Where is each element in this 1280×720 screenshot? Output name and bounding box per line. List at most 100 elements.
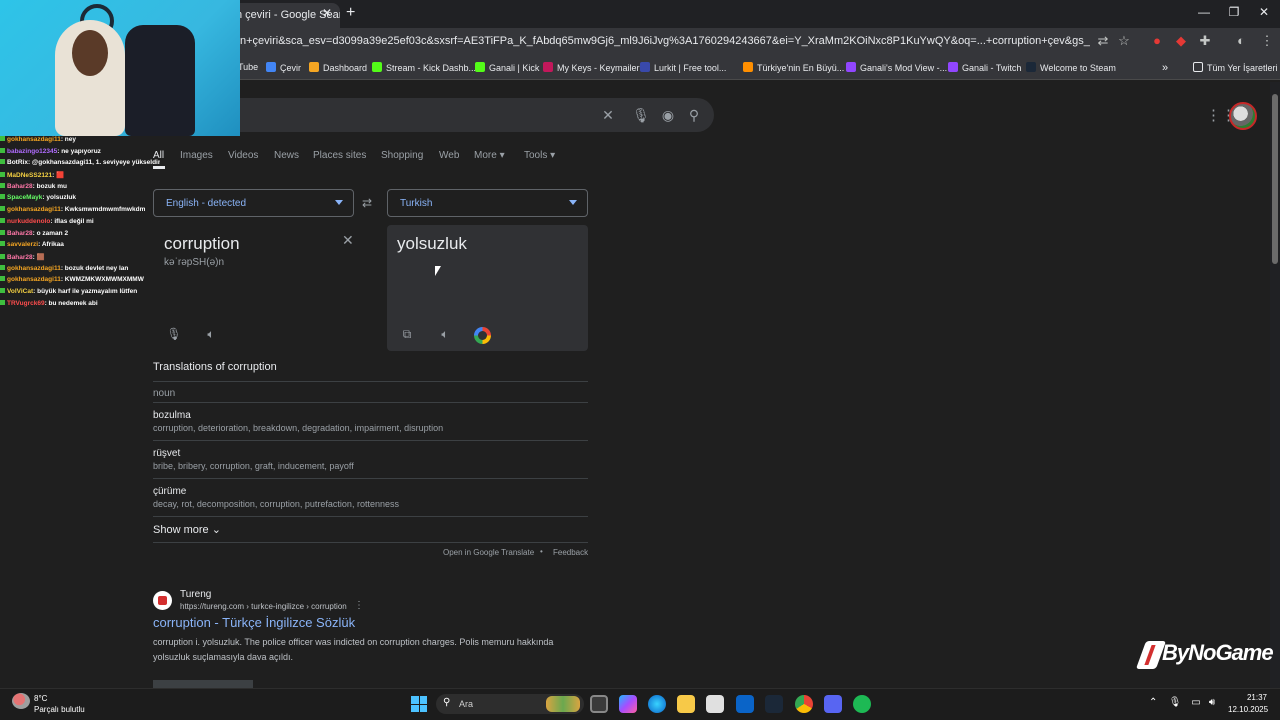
show-more-button[interactable]: Show more ⌄ <box>153 523 221 536</box>
bookmark-item[interactable]: Ganali | Kick <box>475 62 539 73</box>
chat-text: : bozuk mu <box>32 182 67 190</box>
bookmark-item[interactable]: Welcome to Steam <box>1026 62 1116 73</box>
chat-text: : @gokhansazdagi11, 1. seviyeye yükseldi… <box>27 159 160 167</box>
copy-icon[interactable]: ⧉ <box>399 327 415 342</box>
chat-badge-icon <box>0 159 5 165</box>
nav-news[interactable]: News <box>274 150 299 161</box>
chat-text: : o zaman 2 <box>32 229 69 237</box>
result-options-icon[interactable]: ⋮ <box>354 600 364 611</box>
restore-icon[interactable]: ❐ <box>1224 5 1244 19</box>
translation-synonyms: corruption, deterioration, breakdown, de… <box>153 423 444 433</box>
bookmark-item[interactable]: Dashboard <box>309 62 367 73</box>
new-tab-icon[interactable]: + <box>346 4 355 22</box>
microphone-tray-icon[interactable]: 🎙︎ <box>1168 697 1182 708</box>
nav-images[interactable]: Images <box>180 150 213 161</box>
task-view-icon[interactable] <box>590 695 608 713</box>
minimize-icon[interactable]: — <box>1194 5 1214 19</box>
bookmark-item[interactable]: Ganali - Twitch <box>948 62 1021 73</box>
all-bookmarks-button[interactable]: Tüm Yer İşaretleri <box>1193 62 1278 73</box>
bookmark-star-icon[interactable]: ☆ <box>1115 33 1133 49</box>
bookmark-item[interactable]: Tube <box>238 62 258 72</box>
source-language-select[interactable]: English - detected <box>153 189 354 217</box>
google-logo-icon[interactable] <box>474 327 491 344</box>
outlook-icon[interactable] <box>736 695 754 713</box>
clear-source-icon[interactable]: ✕ <box>342 232 354 249</box>
listen-source-icon[interactable]: 🔈︎ <box>203 327 219 342</box>
result-title-link[interactable]: corruption - Türkçe İngilizce Sözlük <box>153 615 355 630</box>
extension-1-icon[interactable]: ● <box>1148 33 1166 48</box>
microphone-icon[interactable]: 🎙︎ <box>166 327 182 341</box>
close-tab-icon[interactable]: ✕ <box>322 6 332 20</box>
translated-text: yolsuzluk <box>397 234 467 253</box>
listen-target-icon[interactable]: 🔈︎ <box>437 327 453 342</box>
divider <box>153 381 588 382</box>
chat-message: MaDNeSS2121: 🟥 <box>0 171 160 183</box>
chat-text: : bozuk devlet ney lan <box>60 264 129 272</box>
chat-message: savvalerzi: Afrikaa <box>0 241 160 253</box>
result-url[interactable]: https://tureng.com › turkce-ingilizce › … <box>180 602 347 611</box>
extensions-puzzle-icon[interactable]: ✚ <box>1196 33 1214 49</box>
voice-search-icon[interactable]: 🎙︎ <box>632 107 650 124</box>
nav-places-sites[interactable]: Places sites <box>313 150 366 161</box>
divider <box>153 516 588 517</box>
folder-icon <box>1193 62 1203 72</box>
tray-overflow-icon[interactable]: ⌃ <box>1149 697 1157 708</box>
chrome-icon[interactable] <box>795 695 813 713</box>
bookmarks-overflow-icon[interactable]: » <box>1162 62 1168 74</box>
bookmark-item[interactable]: Türkiye'nin En Büyü... <box>743 62 844 73</box>
extension-2-icon[interactable]: ◆ <box>1172 33 1190 49</box>
taskbar <box>0 688 1280 720</box>
chat-username: gokhansazdagi11 <box>7 276 61 284</box>
file-explorer-icon[interactable] <box>677 695 695 713</box>
nav-more[interactable]: More ▾ <box>474 150 505 161</box>
translation-word[interactable]: çürüme <box>153 486 186 497</box>
weather-temp[interactable]: 8°C <box>34 694 47 703</box>
bookmark-item[interactable]: Çevir <box>266 62 301 73</box>
microsoft-store-icon[interactable] <box>706 695 724 713</box>
chat-badge-icon <box>0 241 5 247</box>
profile-icon[interactable]: ◐ <box>1232 33 1250 48</box>
clear-search-icon[interactable]: ✕ <box>599 107 617 124</box>
bookmark-item[interactable]: Lurkit | Free tool... <box>640 62 726 73</box>
nav-web[interactable]: Web <box>439 150 459 161</box>
chat-username: gokhansazdagi11 <box>7 264 61 272</box>
bookmark-item[interactable]: Ganali's Mod View -... <box>846 62 947 73</box>
translate-page-icon[interactable]: ⇄ <box>1094 33 1112 49</box>
feedback-link[interactable]: Feedback <box>553 548 588 557</box>
browser-menu-icon[interactable]: ⋮ <box>1258 33 1276 49</box>
chat-message: gokhansazdagi11: Kwksmwmdmwmfmwkdm <box>0 206 160 218</box>
translation-word[interactable]: rüşvet <box>153 448 180 459</box>
nav-videos[interactable]: Videos <box>228 150 258 161</box>
chat-text: : KWMZMKWXMWMXMMW <box>60 276 144 284</box>
tureng-favicon-icon <box>153 591 172 610</box>
bookmark-item[interactable]: My Keys - Keymailer <box>543 62 640 73</box>
clock-date[interactable]: 12.10.2025 <box>1228 705 1268 714</box>
windows-start-icon[interactable] <box>411 696 427 712</box>
steam-icon[interactable] <box>765 695 783 713</box>
account-avatar[interactable] <box>1229 102 1257 130</box>
chat-username: babazingo12345 <box>7 147 58 155</box>
scrollbar-thumb[interactable] <box>1272 94 1278 264</box>
weather-icon[interactable] <box>12 693 30 709</box>
result-site-name[interactable]: Tureng <box>180 589 211 600</box>
spotify-icon[interactable] <box>853 695 871 713</box>
display-tray-icon[interactable]: ▭ <box>1189 697 1203 708</box>
close-window-icon[interactable]: ✕ <box>1254 5 1274 19</box>
open-in-translate-link[interactable]: Open in Google Translate <box>443 548 534 557</box>
discord-icon[interactable] <box>824 695 842 713</box>
lens-search-icon[interactable]: ◉ <box>659 107 677 124</box>
bookmark-item[interactable]: Stream - Kick Dashb... <box>372 62 476 73</box>
weather-description[interactable]: Parçalı bulutlu <box>34 705 85 714</box>
search-icon[interactable]: ⚲ <box>685 107 703 124</box>
target-language-select[interactable]: Turkish <box>387 189 588 217</box>
copilot-icon[interactable] <box>619 695 637 713</box>
url-field[interactable]: n+çeviri&sca_esv=d3099a39e25ef03c&sxsrf=… <box>240 35 1090 47</box>
nav-tools[interactable]: Tools ▾ <box>524 150 555 161</box>
swap-languages-icon[interactable]: ⇄ <box>362 196 372 210</box>
translation-word[interactable]: bozulma <box>153 410 191 421</box>
clock-time[interactable]: 21:37 <box>1246 693 1268 702</box>
edge-icon[interactable] <box>648 695 666 713</box>
divider <box>153 402 588 403</box>
nav-shopping[interactable]: Shopping <box>381 150 423 161</box>
volume-tray-icon[interactable]: 🔊︎ <box>1205 697 1219 708</box>
